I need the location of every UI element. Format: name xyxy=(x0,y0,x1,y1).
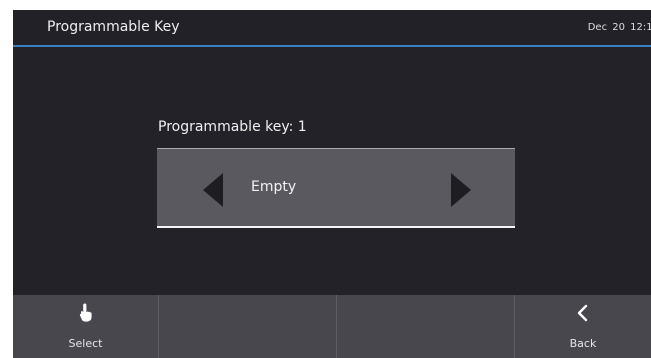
back-label: Back xyxy=(569,337,597,350)
selected-value: Empty xyxy=(251,179,297,195)
title-bar: Programmable Key Dec 20 12:13 xyxy=(13,10,651,47)
softkey-3[interactable] xyxy=(337,295,515,358)
page-title: Programmable Key xyxy=(47,19,180,35)
phone-screen: Programmable Key Dec 20 12:13 Programmab… xyxy=(13,10,651,358)
arrow-right-icon[interactable] xyxy=(451,173,471,207)
field-label: Programmable key: 1 xyxy=(158,119,307,135)
softkey-bar: Select Back xyxy=(13,295,651,358)
select-softkey[interactable]: Select xyxy=(13,295,159,358)
softkey-2[interactable] xyxy=(159,295,337,358)
chevron-left-icon xyxy=(577,304,588,322)
select-label: Select xyxy=(68,337,103,350)
hand-pointer-icon xyxy=(79,303,92,322)
arrow-left-icon[interactable] xyxy=(203,173,223,207)
date-time: Dec 20 12:13 xyxy=(587,22,651,33)
value-selector[interactable]: Empty xyxy=(157,148,515,228)
back-softkey[interactable]: Back xyxy=(515,295,651,358)
